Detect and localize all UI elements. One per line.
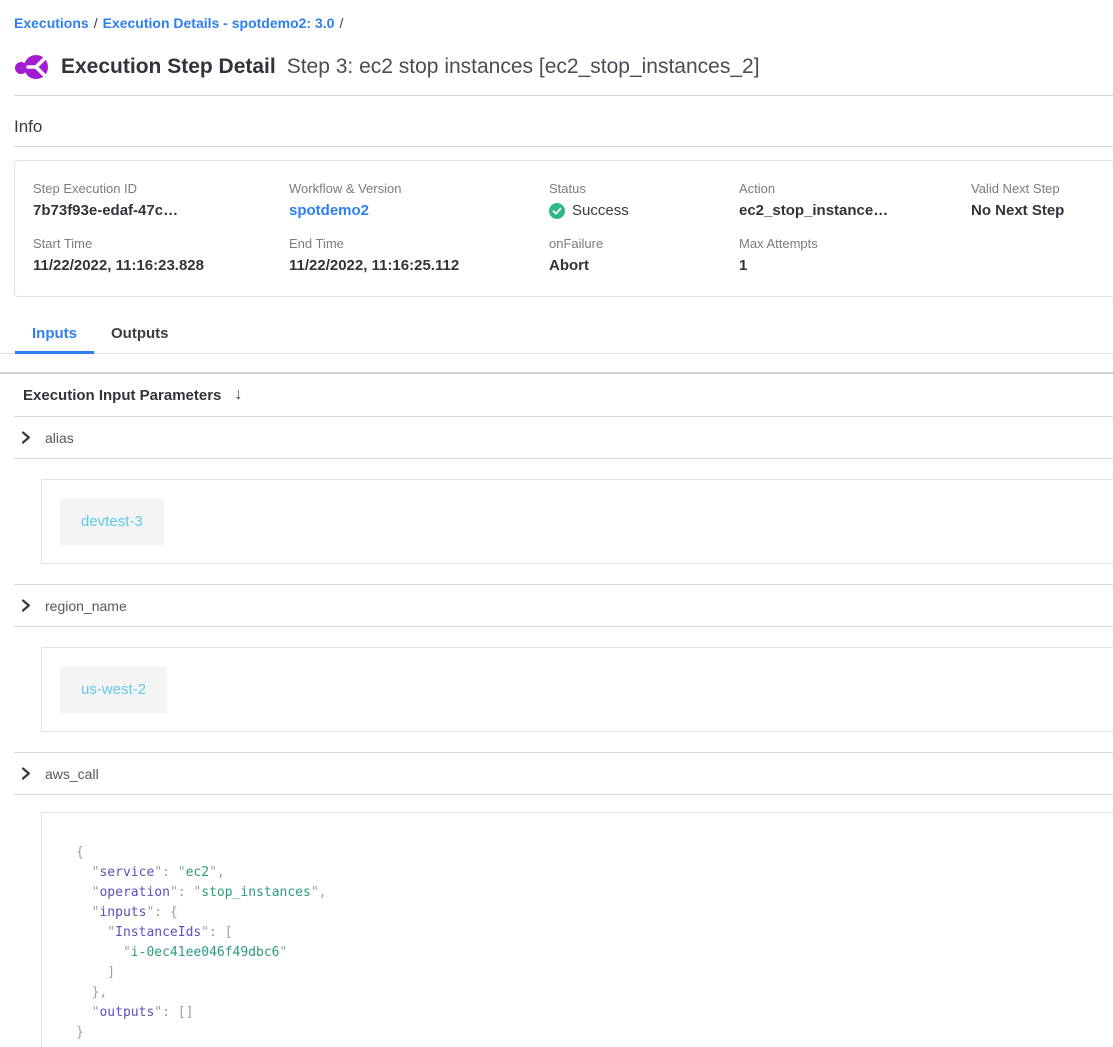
code-line: "operation": "stop_instances", — [76, 883, 1113, 903]
code-line: { — [76, 843, 1113, 863]
info-field-onfailure: onFailure Abort — [549, 236, 739, 274]
code-line: "inputs": { — [76, 903, 1113, 923]
param-value-chip: devtest-3 — [60, 498, 164, 545]
tab-outputs[interactable]: Outputs — [94, 319, 186, 354]
info-field-action: Action ec2_stop_instance… — [739, 181, 971, 219]
page-header: Execution Step Detail Step 3: ec2 stop i… — [14, 48, 1113, 86]
info-field-valid-next-step: Valid Next Step No Next Step — [971, 181, 1113, 219]
aws-call-code: { "service": "ec2", "operation": "stop_i… — [41, 812, 1113, 1047]
param-row-aws-call[interactable]: aws_call — [0, 753, 1113, 794]
info-heading: Info — [14, 117, 1113, 137]
code-line: "service": "ec2", — [76, 863, 1113, 883]
breadcrumb: Executions/Execution Details - spotdemo2… — [0, 0, 1113, 31]
page-subtitle: Step 3: ec2 stop instances [ec2_stop_ins… — [287, 55, 760, 79]
breadcrumb-link-execution-details[interactable]: Execution Details - spotdemo2: 3.0 — [103, 15, 335, 31]
chevron-right-icon — [20, 767, 32, 780]
code-line: } — [76, 1023, 1113, 1043]
param-content-region-name: us-west-2 — [0, 627, 1113, 752]
info-field-step-execution-id: Step Execution ID 7b73f93e-edaf-47c… — [33, 181, 289, 219]
divider — [14, 95, 1113, 96]
success-check-icon — [549, 203, 565, 219]
info-field-max-attempts: Max Attempts 1 — [739, 236, 971, 274]
code-line: "InstanceIds": [ — [76, 923, 1113, 943]
param-value-box: us-west-2 — [41, 647, 1113, 732]
status-text: Success — [572, 202, 629, 219]
info-field-end-time: End Time 11/22/2022, 11:16:25.112 — [289, 236, 549, 274]
param-value-box: devtest-3 — [41, 479, 1113, 564]
param-value-chip: us-west-2 — [60, 666, 167, 713]
code-line: "outputs": [] — [76, 1003, 1113, 1023]
chevron-right-icon — [20, 599, 32, 612]
spot-connect-logo-icon — [14, 50, 50, 84]
param-row-alias[interactable]: alias — [0, 417, 1113, 458]
breadcrumb-separator: / — [334, 15, 348, 31]
breadcrumb-separator: / — [89, 15, 103, 31]
info-field-start-time: Start Time 11/22/2022, 11:16:23.828 — [33, 236, 289, 274]
info-field-status: Status Success — [549, 181, 739, 219]
info-field-workflow-version: Workflow & Version spotdemo2 — [289, 181, 549, 219]
chevron-right-icon — [20, 431, 32, 444]
tab-inputs[interactable]: Inputs — [15, 319, 94, 354]
workflow-link[interactable]: spotdemo2 — [289, 202, 549, 219]
expand-all-arrow-icon[interactable]: ↓ — [234, 386, 242, 404]
code-line: }, — [76, 983, 1113, 1003]
param-row-region-name[interactable]: region_name — [0, 585, 1113, 626]
param-content-aws-call: { "service": "ec2", "operation": "stop_i… — [0, 795, 1113, 1047]
tab-bar: Inputs Outputs — [0, 319, 1113, 354]
code-line: "i-0ec41ee046f49dbc6" — [76, 943, 1113, 963]
breadcrumb-link-executions[interactable]: Executions — [14, 15, 89, 31]
param-content-alias: devtest-3 — [0, 459, 1113, 584]
code-line: ] — [76, 963, 1113, 983]
execution-input-parameters-header: Execution Input Parameters ↓ — [0, 374, 1113, 416]
page-title: Execution Step Detail — [61, 55, 276, 79]
divider — [14, 146, 1113, 147]
info-card: Step Execution ID 7b73f93e-edaf-47c… Wor… — [14, 160, 1113, 297]
